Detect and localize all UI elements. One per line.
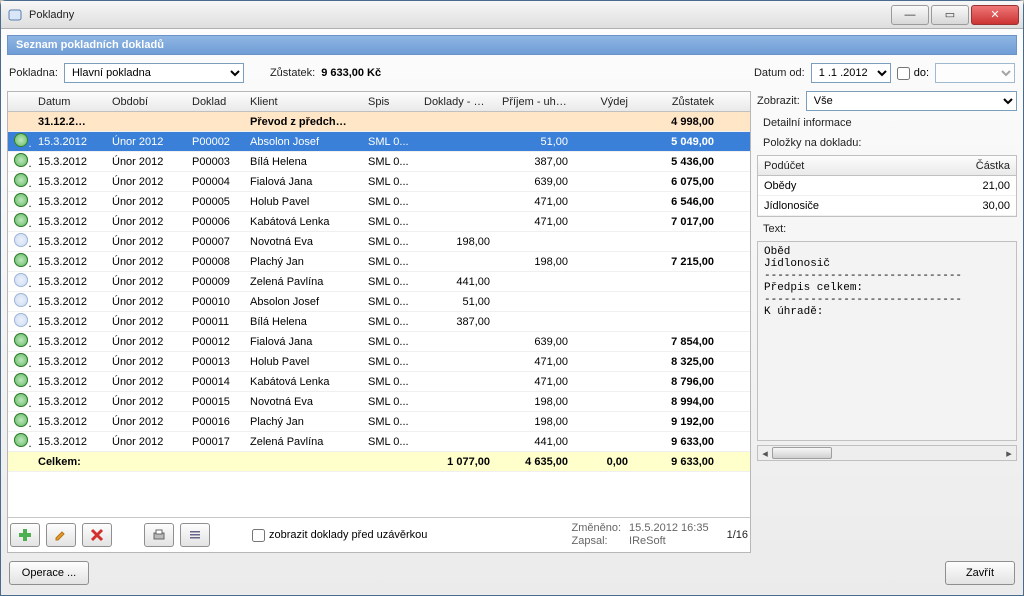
col-spis[interactable]: Spis xyxy=(362,94,418,110)
add-button[interactable] xyxy=(10,523,40,547)
operace-button[interactable]: Operace ... xyxy=(9,561,89,585)
status-ok-icon xyxy=(14,393,28,407)
table-row[interactable]: 15.3.2012Únor 2012P00004Fialová JanaSML … xyxy=(8,172,750,192)
grid-header[interactable]: Datum Období Doklad Klient Spis Doklady … xyxy=(8,92,750,112)
zustatek-value: 9 633,00 Kč xyxy=(321,67,381,79)
detail-items-grid: Podúčet Částka Obědy21,00Jídlonosiče30,0… xyxy=(757,155,1017,217)
meta-info: Změněno:15.5.2012 16:35 Zapsal:IReSoft xyxy=(572,522,709,548)
polozky-label: Položky na dokladu: xyxy=(757,135,1017,151)
datum-od-input[interactable]: 1 .1 .2012 xyxy=(811,63,891,83)
col-prijem-uhr[interactable]: Příjem - uhr... xyxy=(496,94,574,110)
status-ok-icon xyxy=(14,213,28,227)
table-row[interactable]: 15.3.2012Únor 2012P00003Bílá HelenaSML 0… xyxy=(8,152,750,172)
zobrazit-select[interactable]: Vše xyxy=(806,91,1017,111)
col-obdobi[interactable]: Období xyxy=(106,94,186,110)
list-item[interactable]: Obědy21,00 xyxy=(758,176,1016,196)
scroll-thumb[interactable] xyxy=(772,447,832,459)
status-draft-icon xyxy=(14,233,28,247)
detail-info-label: Detailní informace xyxy=(757,115,1017,131)
table-row[interactable]: 15.3.2012Únor 2012P00005Holub PavelSML 0… xyxy=(8,192,750,212)
table-row[interactable]: 15.3.2012Únor 2012P00007Novotná EvaSML 0… xyxy=(8,232,750,252)
status-draft-icon xyxy=(14,313,28,327)
show-closed-check[interactable]: zobrazit doklady před uzávěrkou xyxy=(252,529,427,542)
status-ok-icon xyxy=(14,413,28,427)
scroll-left-icon[interactable]: ◂ xyxy=(758,446,772,460)
table-row[interactable]: 15.3.2012Únor 2012P00014Kabátová LenkaSM… xyxy=(8,372,750,392)
do-input[interactable] xyxy=(935,63,1015,83)
table-row[interactable]: 15.3.2012Únor 2012P00012Fialová JanaSML … xyxy=(8,332,750,352)
col-castka[interactable]: Částka xyxy=(936,158,1016,174)
titlebar[interactable]: Pokladny — ▭ ✕ xyxy=(1,1,1023,29)
pokladna-select[interactable]: Hlavní pokladna xyxy=(64,63,244,83)
section-header: Seznam pokladních dokladů xyxy=(7,35,1017,55)
detail-hscroll[interactable]: ◂ ▸ xyxy=(757,445,1017,461)
client-area: Seznam pokladních dokladů Pokladna: Hlav… xyxy=(1,29,1023,595)
show-closed-checkbox[interactable] xyxy=(252,529,265,542)
table-row[interactable]: 15.3.2012Únor 2012P00017Zelená PavlínaSM… xyxy=(8,432,750,452)
window-title: Pokladny xyxy=(29,9,889,21)
col-zustatek[interactable]: Zůstatek xyxy=(634,94,720,110)
table-row[interactable]: 31.12.2…Převod z předch…4 998,00 xyxy=(8,112,750,132)
status-ok-icon xyxy=(14,433,28,447)
text-label: Text: xyxy=(757,221,1017,237)
status-ok-icon xyxy=(14,133,28,147)
col-doklady-vy[interactable]: Doklady - vy... xyxy=(418,94,496,110)
status-ok-icon xyxy=(14,153,28,167)
do-label: do: xyxy=(914,67,929,79)
close-button[interactable]: ✕ xyxy=(971,5,1019,25)
app-window: Pokladny — ▭ ✕ Seznam pokladních dokladů… xyxy=(0,0,1024,596)
col-poducet[interactable]: Podúčet xyxy=(758,158,936,174)
filter-bar: Pokladna: Hlavní pokladna Zůstatek: 9 63… xyxy=(7,59,1017,87)
col-vydej[interactable]: Výdej xyxy=(574,94,634,110)
detail-items-body[interactable]: Obědy21,00Jídlonosiče30,00 xyxy=(758,176,1016,216)
table-row[interactable]: 15.3.2012Únor 2012P00013Holub PavelSML 0… xyxy=(8,352,750,372)
zustatek-label: Zůstatek: xyxy=(270,67,315,79)
pager: 1/16 xyxy=(727,529,748,541)
delete-button[interactable] xyxy=(82,523,112,547)
table-row[interactable]: 15.3.2012Únor 2012P00016Plachý JanSML 0.… xyxy=(8,412,750,432)
col-klient[interactable]: Klient xyxy=(244,94,362,110)
table-row[interactable]: 15.3.2012Únor 2012P00009Zelená PavlínaSM… xyxy=(8,272,750,292)
table-row[interactable]: 15.3.2012Únor 2012P00011Bílá HelenaSML 0… xyxy=(8,312,750,332)
maximize-button[interactable]: ▭ xyxy=(931,5,969,25)
app-icon xyxy=(7,7,23,23)
zobrazit-label: Zobrazit: xyxy=(757,95,800,107)
zavrit-button[interactable]: Zavřít xyxy=(945,561,1015,585)
grid-body[interactable]: 31.12.2…Převod z předch…4 998,0015.3.201… xyxy=(8,112,750,517)
list-item[interactable]: Jídlonosiče30,00 xyxy=(758,196,1016,216)
documents-grid: Datum Období Doklad Klient Spis Doklady … xyxy=(7,91,751,553)
edit-button[interactable] xyxy=(46,523,76,547)
status-ok-icon xyxy=(14,373,28,387)
detail-text[interactable]: Oběd Jídlonosič ------------------------… xyxy=(757,241,1017,441)
status-ok-icon xyxy=(14,173,28,187)
pokladna-label: Pokladna: xyxy=(9,67,58,79)
table-row[interactable]: Celkem:1 077,004 635,000,009 633,00 xyxy=(8,452,750,472)
table-row[interactable]: 15.3.2012Únor 2012P00006Kabátová LenkaSM… xyxy=(8,212,750,232)
col-datum[interactable]: Datum xyxy=(32,94,106,110)
print-button[interactable] xyxy=(144,523,174,547)
table-row[interactable]: 15.3.2012Únor 2012P00008Plachý JanSML 0.… xyxy=(8,252,750,272)
status-ok-icon xyxy=(14,353,28,367)
table-row[interactable]: 15.3.2012Únor 2012P00015Novotná EvaSML 0… xyxy=(8,392,750,412)
table-row[interactable]: 15.3.2012Únor 2012P00002Absolon JosefSML… xyxy=(8,132,750,152)
grid-footer: zobrazit doklady před uzávěrkou Změněno:… xyxy=(8,517,750,552)
status-draft-icon xyxy=(14,273,28,287)
do-check-wrap[interactable]: do: xyxy=(897,67,929,80)
status-ok-icon xyxy=(14,253,28,267)
show-closed-label: zobrazit doklady před uzávěrkou xyxy=(269,529,427,541)
datum-od-label: Datum od: xyxy=(754,67,805,79)
do-checkbox[interactable] xyxy=(897,67,910,80)
status-ok-icon xyxy=(14,333,28,347)
dialog-buttons: Operace ... Zavřít xyxy=(7,557,1017,589)
col-doklad[interactable]: Doklad xyxy=(186,94,244,110)
table-row[interactable]: 15.3.2012Únor 2012P00010Absolon JosefSML… xyxy=(8,292,750,312)
list-button[interactable] xyxy=(180,523,210,547)
status-ok-icon xyxy=(14,193,28,207)
scroll-right-icon[interactable]: ▸ xyxy=(1002,446,1016,460)
detail-panel: Zobrazit: Vše Detailní informace Položky… xyxy=(757,91,1017,553)
status-draft-icon xyxy=(14,293,28,307)
minimize-button[interactable]: — xyxy=(891,5,929,25)
